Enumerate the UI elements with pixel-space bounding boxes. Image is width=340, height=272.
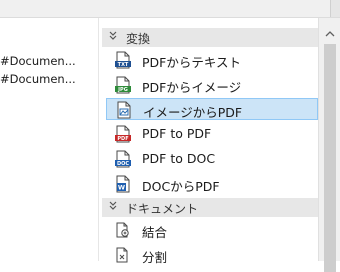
section-header-convert[interactable]: 変換 bbox=[102, 28, 318, 47]
tools-panel: 変換 TXT PDFからテキスト JPG PDFからイメージ イメージからPDF bbox=[102, 18, 318, 265]
svg-text:DOC: DOC bbox=[117, 161, 129, 167]
tool-label: 分割 bbox=[142, 250, 168, 265]
scroll-up-arrow-icon[interactable] bbox=[325, 30, 335, 38]
svg-text:PDF: PDF bbox=[117, 136, 128, 142]
file-list-item[interactable]: #Documen... bbox=[0, 72, 98, 86]
txt-file-icon: TXT bbox=[115, 51, 131, 69]
tool-pdf-to-doc[interactable]: DOC PDF to DOC bbox=[106, 148, 318, 170]
svg-text:W: W bbox=[118, 184, 125, 192]
top-toolbar-strip bbox=[0, 0, 340, 18]
file-list-item[interactable]: #Documen... bbox=[0, 54, 98, 68]
svg-text:TXT: TXT bbox=[118, 62, 129, 68]
section-label: ドキュメント bbox=[126, 202, 199, 216]
tool-label: PDF to DOC bbox=[142, 151, 216, 166]
image-file-icon bbox=[117, 101, 131, 119]
tool-pdf-to-text[interactable]: TXT PDFからテキスト bbox=[106, 49, 318, 71]
tool-label: イメージからPDF bbox=[143, 105, 243, 120]
svg-text:JPG: JPG bbox=[117, 87, 128, 93]
double-chevron-down-icon bbox=[109, 31, 117, 40]
tool-image-to-pdf[interactable]: イメージからPDF bbox=[106, 98, 318, 120]
tool-label: DOCからPDF bbox=[142, 179, 220, 194]
tool-label: PDFからイメージ bbox=[142, 80, 242, 95]
split-icon bbox=[116, 247, 128, 263]
merge-icon bbox=[116, 222, 129, 238]
tool-pdf-to-pdf[interactable]: PDF PDF to PDF bbox=[106, 123, 318, 145]
vertical-scrollbar[interactable] bbox=[318, 18, 340, 272]
file-list-pane: #Documen... #Documen... bbox=[0, 18, 98, 261]
tool-label: PDFからテキスト bbox=[142, 55, 241, 70]
word-file-icon: W bbox=[116, 175, 130, 193]
jpg-file-icon: JPG bbox=[115, 76, 131, 94]
tool-pdf-to-image[interactable]: JPG PDFからイメージ bbox=[106, 74, 318, 96]
tool-split[interactable]: 分割 bbox=[106, 244, 318, 266]
doc-file-icon: DOC bbox=[115, 150, 131, 168]
tool-label: PDF to PDF bbox=[142, 126, 212, 141]
pdf-file-icon: PDF bbox=[115, 125, 131, 143]
tool-label: 結合 bbox=[142, 225, 168, 240]
section-header-document[interactable]: ドキュメント bbox=[102, 198, 318, 217]
pane-divider[interactable] bbox=[98, 18, 99, 261]
scrollbar-thumb[interactable] bbox=[324, 44, 336, 272]
double-chevron-down-icon bbox=[109, 201, 117, 210]
dropdown-button[interactable] bbox=[330, 0, 340, 17]
tool-merge[interactable]: 結合 bbox=[106, 219, 318, 241]
section-label: 変換 bbox=[126, 32, 151, 46]
tool-doc-to-pdf[interactable]: W DOCからPDF bbox=[106, 173, 318, 195]
